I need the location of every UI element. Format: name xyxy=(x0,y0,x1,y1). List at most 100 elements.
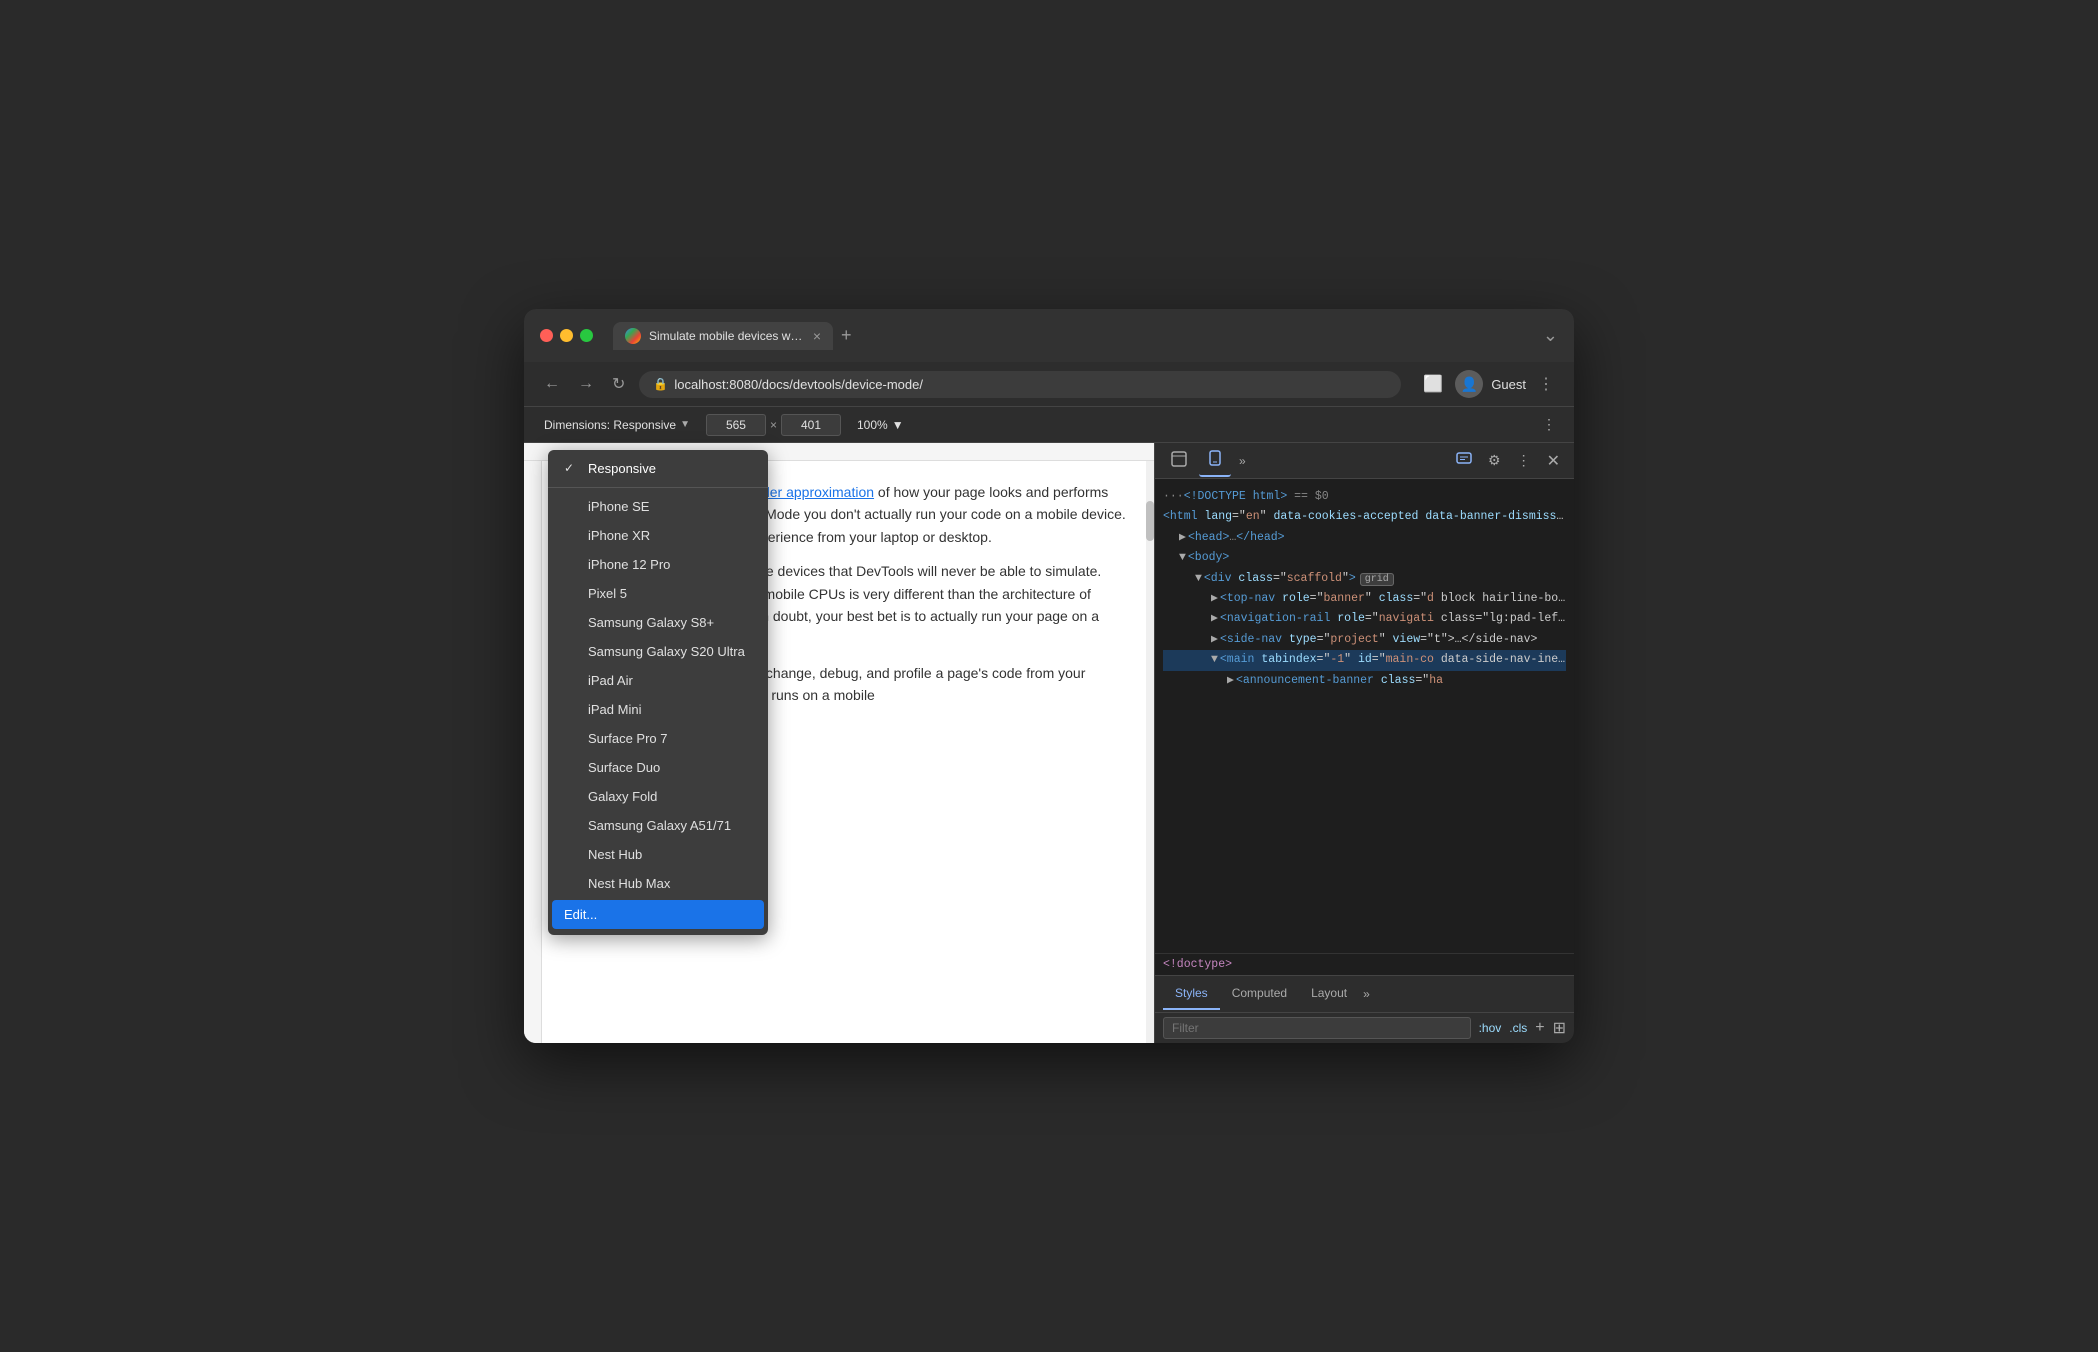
more-options-button[interactable]: ⋮ xyxy=(1536,412,1562,437)
add-style-rule-button[interactable]: + xyxy=(1535,1019,1544,1037)
nav-rail-row[interactable]: ▶<navigation-rail role="navigati class="… xyxy=(1163,609,1566,629)
doctype-shortcut-text: <!doctype> xyxy=(1163,958,1232,971)
devtools-more-button[interactable]: ⋮ xyxy=(1511,448,1537,473)
dropdown-item-iphone-12-pro[interactable]: iPhone 12 Pro xyxy=(548,550,768,579)
new-tab-button[interactable]: + xyxy=(833,321,860,350)
dropdown-item-surface-pro-label: Surface Pro 7 xyxy=(588,731,668,746)
tab-bar: Simulate mobile devices with D × + xyxy=(613,321,1531,350)
more-tabs-icon[interactable]: » xyxy=(1235,448,1250,474)
main-row[interactable]: ▼<main tabindex="-1" id="main-co data-si… xyxy=(1163,650,1566,670)
dropdown-item-surface-duo[interactable]: Surface Duo xyxy=(548,753,768,782)
dropdown-item-pixel-5-label: Pixel 5 xyxy=(588,586,627,601)
dropdown-item-samsung-a51-label: Samsung Galaxy A51/71 xyxy=(588,818,731,833)
doctype-row: ···<!DOCTYPE html> == $0 xyxy=(1163,487,1566,507)
refresh-button[interactable]: ↻ xyxy=(608,370,629,398)
dropdown-item-nest-hub-label: Nest Hub xyxy=(588,847,642,862)
devtools-panel: » ⚙ ⋮ ✕ ···<!DOCTY xyxy=(1154,443,1574,1043)
profile-button[interactable]: 👤 xyxy=(1455,370,1483,398)
dropdown-item-samsung-s20[interactable]: Samsung Galaxy S20 Ultra xyxy=(548,637,768,666)
url-bar-actions: ⬜ 👤 Guest ⋮ xyxy=(1419,370,1558,398)
scrollbar-thumb[interactable] xyxy=(1146,501,1154,541)
dropdown-item-edit[interactable]: Edit... xyxy=(552,900,764,929)
dimensions-selector[interactable]: Dimensions: Responsive ▼ ✓ Responsive iP… xyxy=(536,414,698,436)
head-row[interactable]: ▶<head>…</head> xyxy=(1163,528,1566,548)
dropdown-item-nest-hub[interactable]: Nest Hub xyxy=(548,840,768,869)
more-bottom-tabs-icon[interactable]: » xyxy=(1359,979,1374,1009)
styles-tab[interactable]: Styles xyxy=(1163,978,1220,1010)
devtools-bottom-tabs: Styles Computed Layout » :hov .cls + ⊞ xyxy=(1155,975,1574,1043)
dropdown-item-iphone-xr[interactable]: iPhone XR xyxy=(548,521,768,550)
edit-label: Edit... xyxy=(564,907,597,922)
side-nav-row[interactable]: ▶<side-nav type="project" view="t">…</si… xyxy=(1163,630,1566,650)
address-bar: ← → ↻ 🔒 localhost:8080/docs/devtools/dev… xyxy=(524,362,1574,407)
dropdown-item-pixel-5[interactable]: Pixel 5 xyxy=(548,579,768,608)
dimensions-arrow-icon: ▼ xyxy=(680,419,690,430)
dropdown-item-surface-pro[interactable]: Surface Pro 7 xyxy=(548,724,768,753)
dropdown-item-samsung-a51[interactable]: Samsung Galaxy A51/71 xyxy=(548,811,768,840)
dropdown-item-surface-duo-label: Surface Duo xyxy=(588,760,660,775)
device-toolbar-tab[interactable] xyxy=(1199,444,1231,477)
close-button[interactable] xyxy=(540,329,553,342)
url-bar[interactable]: 🔒 localhost:8080/docs/devtools/device-mo… xyxy=(639,371,1401,398)
html-row[interactable]: <html lang="en" data-cookies-accepted da… xyxy=(1163,507,1566,527)
dropdown-item-ipad-mini-label: iPad Mini xyxy=(588,702,641,717)
body-row[interactable]: ▼<body> xyxy=(1163,548,1566,568)
filter-class-label[interactable]: .cls xyxy=(1509,1021,1527,1035)
dimension-separator: × xyxy=(770,418,777,432)
dropdown-item-samsung-s8[interactable]: Samsung Galaxy S8+ xyxy=(548,608,768,637)
elements-panel-tab[interactable] xyxy=(1163,445,1195,476)
tab-close-icon[interactable]: × xyxy=(813,329,821,343)
chrome-menu-button[interactable]: ⋮ xyxy=(1534,370,1558,398)
dropdown-item-nest-hub-max[interactable]: Nest Hub Max xyxy=(548,869,768,898)
active-tab[interactable]: Simulate mobile devices with D × xyxy=(613,322,833,350)
back-button[interactable]: ← xyxy=(540,371,564,397)
height-input[interactable] xyxy=(781,414,841,436)
minimize-button[interactable] xyxy=(560,329,573,342)
grid-badge: grid xyxy=(1360,573,1394,586)
dropdown-item-responsive[interactable]: ✓ Responsive xyxy=(548,454,768,483)
maximize-button[interactable] xyxy=(580,329,593,342)
ruler-left xyxy=(524,461,542,1043)
dropdown-item-iphone-se[interactable]: iPhone SE xyxy=(548,492,768,521)
dropdown-separator xyxy=(548,487,768,488)
window-menu-icon[interactable]: ⌄ xyxy=(1543,325,1558,346)
toggle-element-state-button[interactable]: ⊞ xyxy=(1553,1018,1566,1038)
fullscreen-button[interactable]: ⬜ xyxy=(1419,370,1447,398)
forward-button[interactable]: → xyxy=(574,371,598,397)
doctype-shortcut-row[interactable]: <!doctype> xyxy=(1155,953,1574,975)
dropdown-item-nest-hub-max-label: Nest Hub Max xyxy=(588,876,670,891)
dropdown-item-samsung-s20-label: Samsung Galaxy S20 Ultra xyxy=(588,644,745,659)
filter-row: :hov .cls + ⊞ xyxy=(1155,1012,1574,1043)
top-nav-row[interactable]: ▶<top-nav role="banner" class="d block h… xyxy=(1163,589,1566,609)
scaffold-row[interactable]: ▼<div class="scaffold">grid xyxy=(1163,569,1566,589)
devtools-toolbar: Dimensions: Responsive ▼ ✓ Responsive iP… xyxy=(524,407,1574,443)
title-bar: Simulate mobile devices with D × + ⌄ xyxy=(524,309,1574,362)
chrome-favicon-icon xyxy=(625,328,641,344)
check-icon: ✓ xyxy=(564,461,580,475)
width-input[interactable] xyxy=(706,414,766,436)
devtools-top-tabs: » ⚙ ⋮ ✕ xyxy=(1155,443,1574,479)
layout-tab[interactable]: Layout xyxy=(1299,978,1359,1010)
announcement-row[interactable]: ▶<announcement-banner class="ha xyxy=(1163,671,1566,691)
dropdown-item-galaxy-fold[interactable]: Galaxy Fold xyxy=(548,782,768,811)
settings-button[interactable]: ⚙ xyxy=(1482,448,1507,473)
console-feedback-button[interactable] xyxy=(1450,447,1478,474)
filter-pseudo-label[interactable]: :hov xyxy=(1479,1021,1502,1035)
profile-label: Guest xyxy=(1491,377,1526,392)
dimension-inputs: × xyxy=(706,414,841,436)
styles-tab-label: Styles xyxy=(1175,986,1208,1000)
zoom-arrow-icon: ▼ xyxy=(892,418,904,432)
dropdown-item-iphone-12-pro-label: iPhone 12 Pro xyxy=(588,557,670,572)
devtools-tab-right: ⚙ ⋮ ✕ xyxy=(1450,447,1566,475)
dropdown-item-iphone-xr-label: iPhone XR xyxy=(588,528,650,543)
layout-tab-label: Layout xyxy=(1311,986,1347,1000)
devtools-close-button[interactable]: ✕ xyxy=(1541,447,1566,475)
url-text: localhost:8080/docs/devtools/device-mode… xyxy=(674,377,923,392)
zoom-selector[interactable]: 100% ▼ xyxy=(849,414,912,436)
viewport-scrollbar[interactable] xyxy=(1146,461,1154,1043)
dropdown-item-ipad-air[interactable]: iPad Air xyxy=(548,666,768,695)
styles-filter-input[interactable] xyxy=(1163,1017,1471,1039)
dropdown-item-ipad-mini[interactable]: iPad Mini xyxy=(548,695,768,724)
computed-tab[interactable]: Computed xyxy=(1220,978,1299,1010)
dimensions-label: Dimensions: Responsive xyxy=(544,418,676,432)
